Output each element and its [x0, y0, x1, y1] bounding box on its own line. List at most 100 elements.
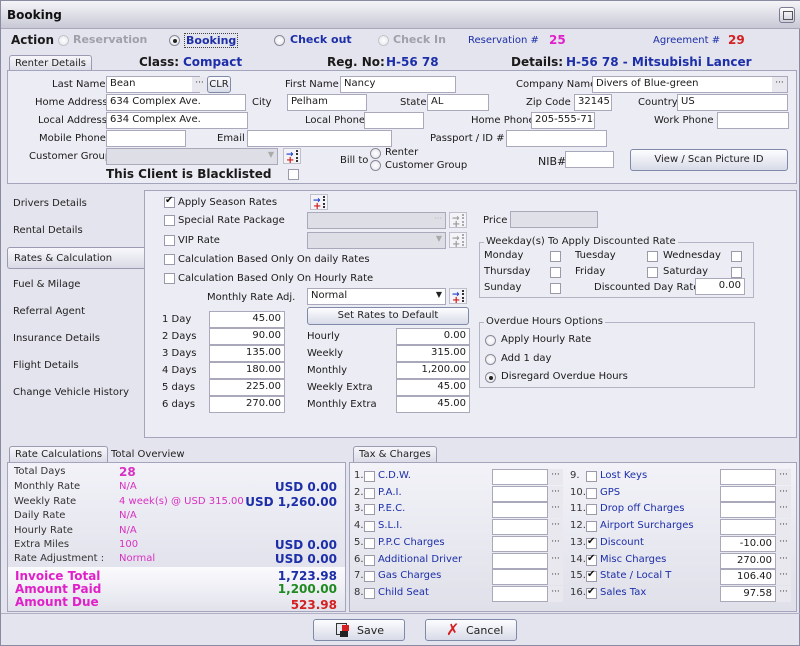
charge-checkbox[interactable] [364, 537, 375, 549]
zip-code-input[interactable]: 32145 [574, 94, 612, 111]
email-input[interactable] [247, 130, 392, 147]
sidebar-item-referral-agent[interactable]: Referral Agent [7, 301, 145, 323]
day-rate-input[interactable]: 45.00 [209, 311, 285, 328]
charge-checkbox[interactable] [364, 487, 375, 499]
charge-amount-input[interactable] [492, 519, 548, 536]
charge-amount-input[interactable] [492, 469, 548, 485]
charge-lookup-button[interactable]: ··· [776, 469, 791, 485]
charge-checkbox[interactable] [364, 504, 375, 516]
special-rate-package-checkbox[interactable] [164, 215, 175, 226]
passport-input[interactable] [506, 130, 607, 147]
charge-amount-input[interactable] [492, 485, 548, 502]
bill-to-customer-group-radio[interactable] [370, 160, 381, 171]
local-phone-input[interactable] [364, 112, 424, 129]
charge-lookup-button[interactable]: ··· [548, 469, 563, 485]
charge-lookup-button[interactable]: ··· [548, 519, 563, 536]
first-name-input[interactable]: Nancy [340, 76, 456, 93]
charge-amount-input[interactable] [720, 485, 776, 502]
state-input[interactable]: AL [427, 94, 489, 111]
add-season-rate-icon[interactable]: → + [310, 194, 328, 212]
apply-season-rates-checkbox[interactable] [164, 195, 175, 208]
day-rate-input[interactable]: 180.00 [209, 362, 285, 379]
charge-amount-input[interactable] [492, 569, 548, 586]
charge-checkbox[interactable] [364, 521, 375, 533]
charge-amount-input[interactable]: 97.58 [720, 585, 776, 602]
work-phone-input[interactable] [717, 112, 789, 129]
charge-lookup-button[interactable]: ··· [548, 585, 563, 602]
charge-amount-input[interactable] [720, 469, 776, 485]
company-name-input[interactable]: Divers of Blue-green [592, 76, 788, 93]
nib-input[interactable] [565, 151, 614, 168]
overdue-option-radio[interactable] [485, 354, 496, 365]
charge-lookup-button[interactable]: ··· [776, 535, 791, 552]
overdue-option-radio[interactable] [485, 335, 496, 346]
clear-button[interactable]: CLR [207, 76, 231, 93]
charge-lookup-button[interactable]: ··· [776, 585, 791, 602]
add-customer-group-icon[interactable]: → + [283, 148, 301, 166]
overdue-option-radio[interactable] [485, 372, 496, 383]
city-input[interactable]: Pelham [287, 94, 367, 111]
day-rate-input[interactable]: 135.00 [209, 345, 285, 362]
charge-checkbox[interactable] [364, 571, 375, 583]
charge-checkbox[interactable] [364, 554, 375, 566]
sidebar-item-rental-details[interactable]: Rental Details [7, 220, 145, 242]
charge-checkbox[interactable] [586, 536, 597, 549]
monthly-rate-adj-select[interactable]: Normal ▼ [307, 288, 446, 305]
weekday-checkbox[interactable] [550, 267, 561, 278]
country-input[interactable]: US [677, 94, 788, 111]
customer-group-select[interactable]: ▼ [106, 148, 278, 165]
day-rate-input[interactable]: 90.00 [209, 328, 285, 345]
add-special-rate-icon[interactable]: → + [449, 212, 467, 230]
charge-lookup-button[interactable]: ··· [548, 502, 563, 519]
charge-lookup-button[interactable]: ··· [776, 502, 791, 519]
company-lookup-button[interactable]: ··· [772, 77, 787, 92]
cancel-button[interactable]: ✗ Cancel [425, 619, 517, 641]
charge-lookup-button[interactable]: ··· [776, 552, 791, 569]
charge-checkbox[interactable] [586, 471, 597, 482]
action-radio-booking[interactable] [169, 35, 180, 46]
charge-checkbox[interactable] [586, 586, 597, 599]
calc-hourly-rate-checkbox[interactable] [164, 273, 175, 284]
action-radio-reservation[interactable] [58, 35, 69, 46]
last-name-input[interactable]: Bean [106, 76, 200, 93]
charge-amount-input[interactable] [720, 519, 776, 536]
add-vip-rate-icon[interactable]: → + [449, 232, 467, 250]
charge-amount-input[interactable] [492, 552, 548, 569]
charge-lookup-button[interactable]: ··· [548, 569, 563, 586]
restore-window-icon[interactable] [779, 7, 795, 23]
charge-amount-input[interactable] [720, 502, 776, 519]
home-address-input[interactable]: 634 Complex Ave. [106, 94, 246, 111]
weekday-checkbox[interactable] [731, 267, 742, 278]
tab-total-overview[interactable]: Total Overview [105, 446, 191, 462]
sidebar-item-fuel-milage[interactable]: Fuel & Milage [7, 274, 145, 296]
period-rate-input[interactable]: 1,200.00 [396, 362, 470, 379]
calc-daily-rates-checkbox[interactable] [164, 254, 175, 265]
charge-lookup-button[interactable]: ··· [776, 519, 791, 536]
local-address-input[interactable]: 634 Complex Ave. [106, 112, 248, 129]
charge-checkbox[interactable] [586, 569, 597, 583]
weekday-checkbox[interactable] [647, 267, 658, 278]
tab-rate-calculations[interactable]: Rate Calculations [9, 446, 109, 462]
charge-checkbox[interactable] [586, 487, 597, 499]
action-radio-checkin[interactable] [378, 35, 389, 46]
tab-tax-charges[interactable]: Tax & Charges [353, 446, 437, 462]
weekday-checkbox[interactable] [550, 283, 561, 294]
set-rates-default-button[interactable]: Set Rates to Default [307, 307, 469, 325]
weekday-checkbox[interactable] [731, 251, 742, 262]
price-input[interactable] [510, 211, 598, 228]
tab-renter-details[interactable]: Renter Details [9, 55, 93, 71]
home-phone-input[interactable]: 205-555-7184 [531, 112, 595, 129]
discounted-day-rate-input[interactable]: 0.00 [695, 278, 745, 295]
charge-checkbox[interactable] [586, 553, 597, 566]
sidebar-item-flight-details[interactable]: Flight Details [7, 355, 145, 377]
mobile-phone-input[interactable] [106, 130, 186, 147]
charge-lookup-button[interactable]: ··· [548, 552, 563, 569]
action-radio-checkout[interactable] [274, 35, 285, 46]
day-rate-input[interactable]: 270.00 [209, 396, 285, 413]
add-monthly-adj-icon[interactable]: → + [449, 288, 467, 306]
sidebar-item-change-vehicle-history[interactable]: Change Vehicle History [7, 382, 145, 404]
charge-amount-input[interactable] [492, 502, 548, 519]
period-rate-input[interactable]: 0.00 [396, 328, 470, 345]
charge-amount-input[interactable]: 106.40 [720, 569, 776, 586]
day-rate-input[interactable]: 225.00 [209, 379, 285, 396]
